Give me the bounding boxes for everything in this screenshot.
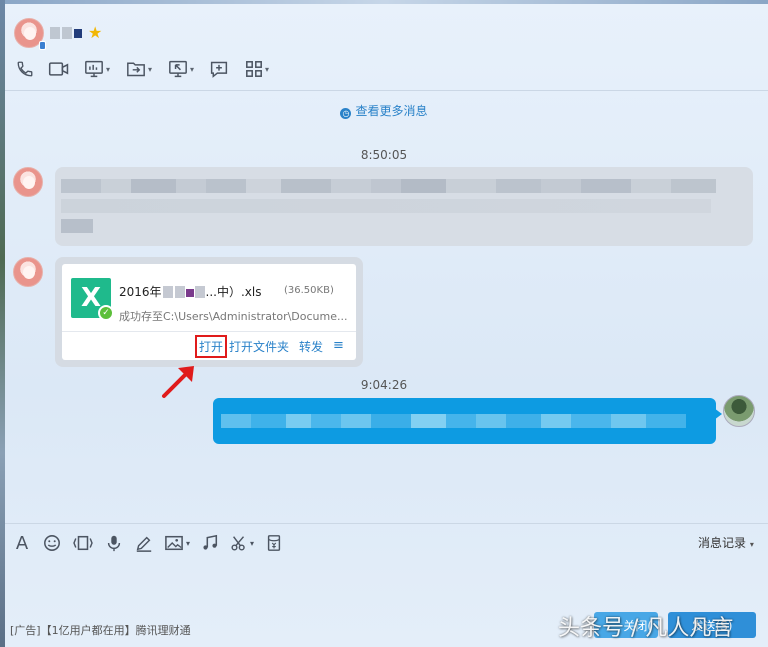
red-packet-icon[interactable] <box>264 532 284 554</box>
shake-icon[interactable] <box>72 532 94 554</box>
open-file-button[interactable]: 打开 <box>195 335 228 358</box>
forward-button[interactable]: 转发 <box>299 338 323 355</box>
voice-icon[interactable] <box>104 532 124 554</box>
device-status-icon <box>39 41 46 50</box>
header-divider <box>5 90 768 91</box>
file-save-path: 成功存至C:\Users\Administrator\Docume... <box>119 310 348 323</box>
ad-link[interactable]: [广告]【1亿用户都在用】腾讯理财通 <box>10 622 191 638</box>
message-history-label: 消息记录 <box>698 536 747 550</box>
my-avatar[interactable] <box>723 395 755 427</box>
comment-icon[interactable] <box>206 58 232 80</box>
video-icon[interactable] <box>46 58 72 80</box>
view-more-messages-link[interactable]: ◷ 查看更多消息 <box>0 102 768 119</box>
scissors-icon[interactable]: ▾ <box>230 532 254 554</box>
file-card-body: X ✓ 2016年 ...中）.xls (36.50KB) 成功存至C:\User… <box>62 264 356 360</box>
message-history-button[interactable]: 消息记录 ▾ <box>698 534 754 551</box>
input-divider <box>5 523 768 524</box>
file-transfer-icon[interactable]: ▾ <box>122 58 156 80</box>
input-toolbar: A ▾ ▾ <box>12 532 294 554</box>
chat-header: ★ <box>14 16 102 50</box>
desktop-top-edge <box>0 0 768 4</box>
image-icon[interactable]: ▾ <box>164 532 190 554</box>
outgoing-message-bubble-blurred[interactable] <box>213 398 716 444</box>
file-size: (36.50KB) <box>284 285 334 296</box>
avatar-face <box>24 27 36 40</box>
file-name[interactable]: 2016年 ...中）.xls <box>119 283 262 300</box>
contact-message-avatar[interactable] <box>13 167 43 197</box>
apps-grid-icon[interactable]: ▾ <box>240 58 274 80</box>
open-folder-button[interactable]: 打开文件夹 <box>229 338 289 355</box>
bubble-tail <box>714 408 722 420</box>
timestamp: 9:04:26 <box>360 378 408 392</box>
file-message-card[interactable]: X ✓ 2016年 ...中）.xls (36.50KB) 成功存至C:\User… <box>55 257 363 367</box>
incoming-message-bubble-blurred[interactable] <box>55 167 753 246</box>
contact-name-blurred[interactable] <box>50 27 82 39</box>
contact-avatar[interactable] <box>14 18 46 50</box>
phone-icon[interactable] <box>12 58 38 80</box>
file-menu-icon[interactable]: ≡ <box>333 338 344 353</box>
watermark-text: 头条号 / 凡人凡言 <box>558 616 734 641</box>
screen-share-icon[interactable]: ▾ <box>80 58 114 80</box>
desktop-left-edge <box>0 0 5 647</box>
chevron-down-icon: ▾ <box>749 540 754 549</box>
emoji-icon[interactable] <box>42 532 62 554</box>
check-icon: ✓ <box>98 305 114 321</box>
music-icon[interactable] <box>200 532 220 554</box>
view-more-label: 查看更多消息 <box>355 104 428 118</box>
file-card-divider <box>62 331 356 332</box>
contact-message-avatar[interactable] <box>13 257 43 287</box>
remote-assist-icon[interactable]: ▾ <box>164 58 198 80</box>
timestamp: 8:50:05 <box>360 148 408 162</box>
clock-icon: ◷ <box>340 108 352 119</box>
top-toolbar: ▾ ▾ ▾ ▾ <box>12 58 282 80</box>
pen-icon[interactable] <box>134 532 154 554</box>
star-icon[interactable]: ★ <box>88 25 102 41</box>
font-icon[interactable]: A <box>12 532 32 554</box>
